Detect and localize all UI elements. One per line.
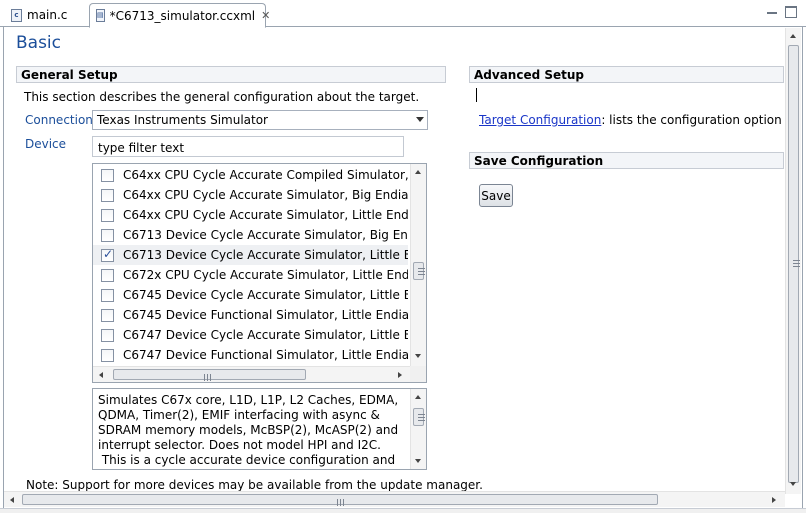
device-description-text: Simulates C67x core, L1D, L1P, L2 Caches… (98, 393, 399, 469)
grip-icon (343, 499, 344, 506)
c-file-icon: c (11, 8, 22, 22)
device-description-box[interactable]: Simulates C67x core, L1D, L1P, L2 Caches… (92, 388, 427, 470)
device-list-hscrollbar[interactable] (93, 366, 410, 382)
grip-icon (793, 260, 800, 261)
update-manager-note: Note: Support for more devices may be av… (26, 478, 483, 492)
grip-icon (418, 274, 425, 275)
device-checkbox[interactable] (101, 208, 114, 222)
bottom-tab-strip (0, 508, 806, 513)
advanced-setup-description: Target Configuration: lists the configur… (479, 113, 781, 127)
scroll-right-icon[interactable] (398, 372, 402, 378)
grip-icon (418, 268, 425, 269)
device-checkbox[interactable] (101, 328, 114, 342)
device-row[interactable]: C64xx CPU Cycle Accurate Simulator, Litt… (93, 205, 408, 225)
tab-c6713-simulator-ccxml[interactable]: ▤ *C6713_simulator.ccxml ✕ (89, 3, 270, 28)
scroll-down-icon[interactable] (415, 354, 421, 358)
grip-icon (418, 417, 425, 418)
device-list-vscrollbar[interactable] (410, 164, 426, 366)
scroll-down-icon[interactable] (415, 459, 421, 463)
device-checkbox[interactable] (101, 268, 114, 282)
scroll-up-icon[interactable] (790, 34, 796, 38)
device-label-text: C6713 Device Cycle Accurate Simulator, B… (123, 228, 408, 242)
grip-icon (204, 374, 205, 381)
connection-select[interactable]: Texas Instruments Simulator (92, 110, 428, 130)
device-checkbox[interactable] (101, 308, 114, 322)
maximize-icon[interactable] (784, 5, 798, 18)
device-label-text: C64xx CPU Cycle Accurate Simulator, Litt… (123, 208, 408, 222)
page-hscroll-thumb[interactable] (22, 494, 658, 506)
grip-icon (337, 499, 338, 506)
device-row-selected[interactable]: C6713 Device Cycle Accurate Simulator, L… (93, 245, 408, 265)
device-row[interactable]: C6745 Device Functional Simulator, Littl… (93, 305, 408, 325)
tab-label: main.c (27, 8, 68, 22)
device-list-vscroll-thumb[interactable] (413, 262, 425, 280)
ccxml-file-icon: ▤ (96, 9, 105, 22)
device-checkbox[interactable] (101, 168, 114, 182)
device-checkbox[interactable] (101, 228, 114, 242)
device-label-text: C6713 Device Cycle Accurate Simulator, L… (123, 248, 408, 262)
device-list[interactable]: C64xx CPU Cycle Accurate Compiled Simula… (92, 163, 427, 383)
device-checkbox-checked[interactable] (101, 247, 114, 262)
scroll-up-icon[interactable] (415, 170, 421, 174)
chevron-down-icon[interactable] (416, 117, 424, 122)
grip-icon (418, 420, 425, 421)
device-label-text: C6745 Device Functional Simulator, Littl… (123, 308, 408, 322)
scroll-corner (410, 366, 426, 382)
scroll-left-icon[interactable] (99, 372, 103, 378)
grip-icon (207, 374, 208, 381)
device-checkbox[interactable] (101, 348, 114, 362)
description-vscrollbar[interactable] (410, 389, 426, 469)
general-setup-description: This section describes the general confi… (24, 90, 420, 104)
editor-tab-bar: c main.c ▤ *C6713_simulator.ccxml ✕ (0, 0, 806, 28)
scroll-right-icon[interactable] (772, 497, 776, 503)
page-title: Basic (16, 33, 62, 53)
grip-icon (418, 414, 425, 415)
connection-value: Texas Instruments Simulator (97, 113, 268, 127)
device-label: Device (25, 137, 67, 151)
device-checkbox[interactable] (101, 288, 114, 302)
page-vscrollbar[interactable] (785, 28, 801, 494)
grip-icon (418, 271, 425, 272)
save-configuration-header[interactable]: Save Configuration (469, 152, 784, 169)
device-row[interactable]: C64xx CPU Cycle Accurate Simulator, Big … (93, 185, 408, 205)
device-label-text: C6745 Device Cycle Accurate Simulator, L… (123, 288, 408, 302)
device-row[interactable]: C6747 Device Cycle Accurate Simulator, L… (93, 325, 408, 345)
page-hscrollbar[interactable] (4, 491, 785, 507)
device-row[interactable]: C6747 Device Functional Simulator, Littl… (93, 345, 408, 365)
device-label-text: C64xx CPU Cycle Accurate Compiled Simula… (123, 168, 408, 182)
target-configuration-link[interactable]: Target Configuration (479, 113, 601, 127)
device-checkbox[interactable] (101, 188, 114, 202)
page-vscroll-thumb[interactable] (788, 45, 800, 483)
close-icon[interactable]: ✕ (261, 9, 270, 22)
device-label-text: C6747 Device Functional Simulator, Littl… (123, 348, 408, 362)
grip-icon (210, 374, 211, 381)
grip-icon (793, 263, 800, 264)
device-label-text: C64xx CPU Cycle Accurate Simulator, Big … (123, 188, 408, 202)
device-row[interactable]: C6713 Device Cycle Accurate Simulator, B… (93, 225, 408, 245)
device-label-text: C672x CPU Cycle Accurate Simulator, Litt… (123, 268, 408, 282)
advanced-setup-description-text: : lists the configuration options for th… (601, 113, 781, 127)
text-caret (476, 88, 477, 102)
connection-label: Connection (25, 113, 93, 127)
general-setup-header[interactable]: General Setup (16, 66, 446, 83)
grip-icon (793, 266, 800, 267)
grip-icon (340, 499, 341, 506)
device-row[interactable]: C64xx CPU Cycle Accurate Compiled Simula… (93, 165, 408, 185)
device-row[interactable]: C6745 Device Cycle Accurate Simulator, L… (93, 285, 408, 305)
tab-main-c[interactable]: c main.c (5, 3, 87, 27)
minimize-icon[interactable] (765, 5, 779, 17)
save-button[interactable]: Save (479, 184, 513, 207)
device-list-hscroll-thumb[interactable] (113, 369, 306, 381)
device-row[interactable]: C672x CPU Cycle Accurate Simulator, Litt… (93, 265, 408, 285)
scroll-up-icon[interactable] (415, 395, 421, 399)
advanced-setup-header[interactable]: Advanced Setup (469, 66, 784, 83)
tab-label: *C6713_simulator.ccxml (109, 8, 256, 23)
scroll-down-icon[interactable] (790, 482, 796, 486)
scroll-left-icon[interactable] (10, 497, 14, 503)
device-label-text: C6747 Device Cycle Accurate Simulator, L… (123, 328, 408, 342)
device-filter-input[interactable] (92, 136, 404, 157)
description-vscroll-thumb[interactable] (413, 408, 425, 426)
